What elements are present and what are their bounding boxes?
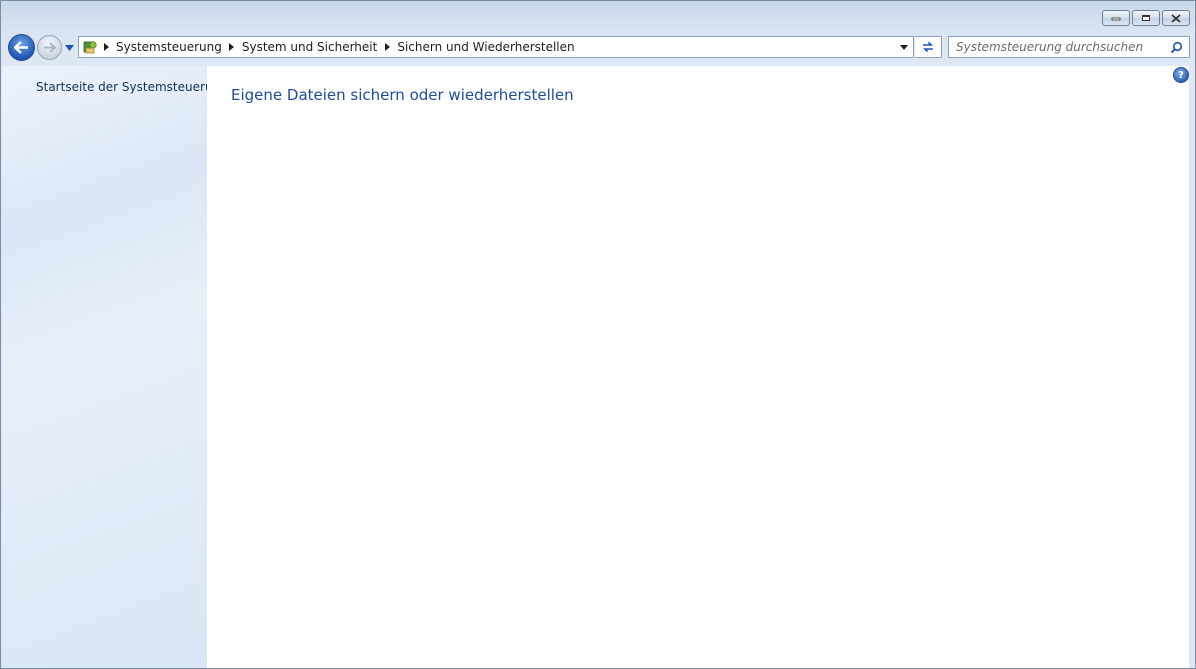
search-icon[interactable] [1167, 38, 1185, 56]
explorer-window: Systemsteuerung System und Sicherheit Si… [0, 0, 1196, 669]
address-history-dropdown[interactable] [895, 37, 913, 57]
refresh-button[interactable] [915, 36, 942, 58]
refresh-icon [923, 41, 933, 53]
sidebar-link-control-panel-home[interactable]: Startseite der Systemsteuerung [36, 80, 228, 94]
main-content: Eigene Dateien sichern oder wiederherste… [207, 66, 1189, 668]
help-button[interactable]: ? [1173, 67, 1189, 83]
back-button[interactable] [8, 34, 35, 61]
forward-arrow-icon [44, 42, 56, 53]
breadcrumb-system-und-sicherheit[interactable]: System und Sicherheit [239, 40, 381, 54]
breadcrumb-sichern-und-wiederherstellen[interactable]: Sichern und Wiederherstellen [394, 40, 577, 54]
breadcrumb-separator[interactable] [225, 43, 239, 51]
window-caption-buttons [1102, 10, 1190, 26]
forward-button[interactable] [37, 35, 62, 60]
restore-button[interactable] [1132, 10, 1160, 26]
close-icon [1171, 13, 1181, 23]
back-arrow-icon [14, 41, 28, 54]
page-title: Eigene Dateien sichern oder wiederherste… [231, 86, 574, 104]
right-frame-edge [1189, 66, 1195, 668]
chevron-down-icon [65, 45, 74, 51]
minimize-button[interactable] [1102, 10, 1130, 26]
breadcrumb-separator[interactable] [99, 43, 113, 51]
search-input[interactable] [949, 37, 1167, 57]
address-bar[interactable]: Systemsteuerung System und Sicherheit Si… [78, 36, 914, 58]
search-box[interactable] [948, 36, 1190, 58]
help-icon: ? [1178, 69, 1184, 81]
chevron-down-icon [900, 44, 908, 50]
breadcrumb-separator[interactable] [380, 43, 394, 51]
control-panel-icon [81, 38, 99, 56]
task-pane: Startseite der Systemsteuerung [2, 66, 228, 668]
restore-icon [1142, 15, 1150, 21]
close-button[interactable] [1162, 10, 1190, 26]
recent-pages-button[interactable] [64, 43, 75, 53]
breadcrumb-systemsteuerung[interactable]: Systemsteuerung [113, 40, 225, 54]
minimize-icon [1111, 17, 1121, 21]
